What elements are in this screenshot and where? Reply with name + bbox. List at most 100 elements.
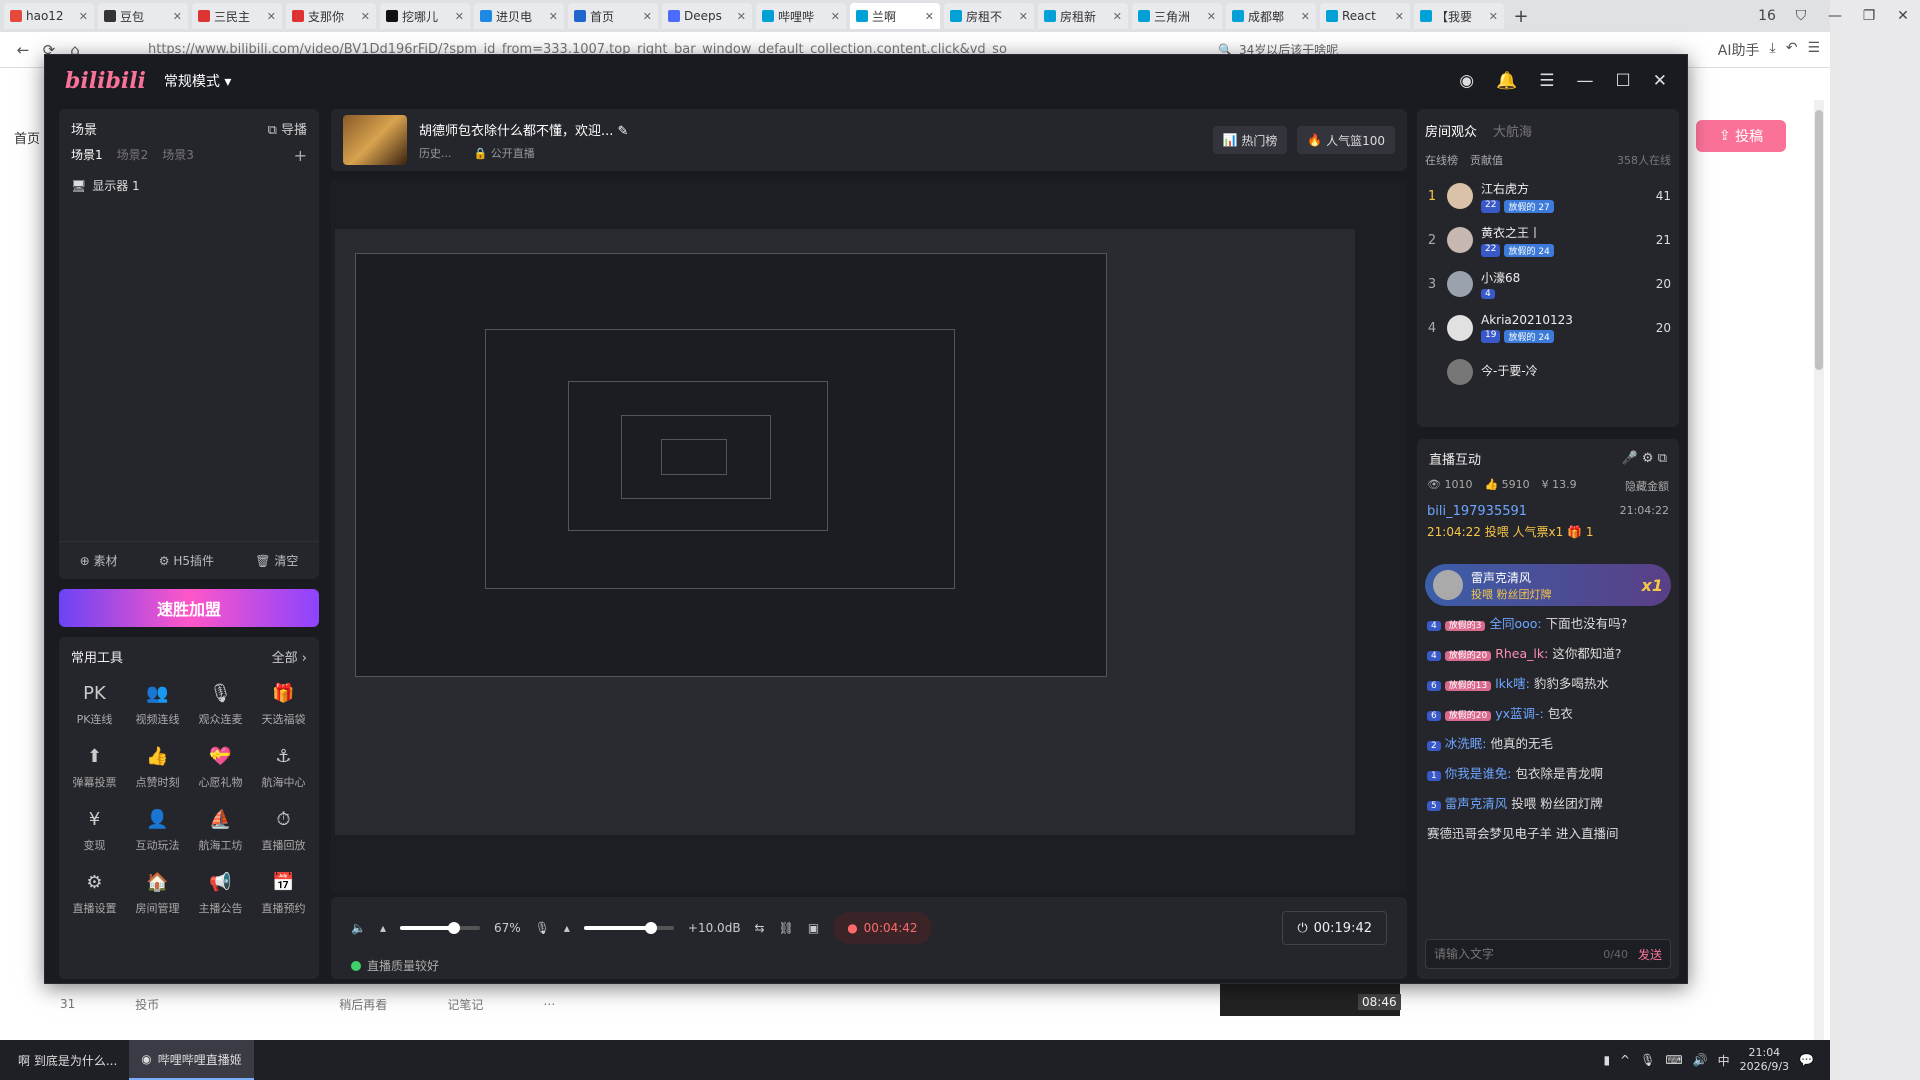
browser-tab[interactable]: 【我要 ✕	[1414, 3, 1504, 29]
interact-tools[interactable]: 🎤 ⚙ ⧉	[1622, 451, 1667, 466]
audience-filter[interactable]: 在线榜	[1425, 152, 1458, 168]
tool-button[interactable]: 🏠 房间管理	[126, 871, 189, 916]
danmaku-message[interactable]: 1 你我是谁免: 包衣除是青龙啊	[1417, 760, 1679, 790]
tool-button[interactable]: 👍 点赞时刻	[126, 745, 189, 790]
taskbar-item[interactable]: ◉ 哔哩哔哩直播姬	[129, 1040, 254, 1080]
tool-button[interactable]: 📅 直播预约	[252, 871, 315, 916]
close-tab-icon[interactable]: ✕	[455, 10, 464, 23]
danmaku-message[interactable]: 5 雷声克清风 投喂 粉丝团灯牌	[1417, 790, 1679, 820]
danmaku-text-field[interactable]	[1434, 947, 1604, 961]
add-scene-icon[interactable]: +	[294, 146, 307, 165]
link-icon[interactable]: ⛓	[779, 921, 794, 935]
menu-icon[interactable]: ☰	[1539, 71, 1554, 91]
scene-tab[interactable]: 场景3	[162, 146, 194, 165]
network-icon[interactable]: ⌨	[1665, 1053, 1682, 1067]
home-link[interactable]: 首页	[14, 128, 40, 147]
mic-slider[interactable]	[583, 922, 674, 934]
danmaku-user[interactable]: yx蓝调-:	[1495, 706, 1544, 721]
tools-all-link[interactable]: 全部 ›	[272, 647, 307, 666]
stream-preview[interactable]	[331, 181, 1407, 893]
scene-tab[interactable]: 场景2	[117, 146, 149, 165]
hide-amount-toggle[interactable]: 隐藏金额	[1625, 478, 1669, 494]
mode-select[interactable]: 常规模式 ▾	[164, 71, 231, 91]
close-tab-icon[interactable]: ✕	[737, 10, 746, 23]
tool-button[interactable]: 🎙 观众连麦	[189, 682, 252, 727]
clock[interactable]: 21:04 2026/9/3	[1740, 1046, 1789, 1074]
danmaku-message[interactable]: 2 冰洗眠: 他真的无毛	[1417, 730, 1679, 760]
audience-row[interactable]: 3 小濠68 4 20	[1417, 262, 1679, 306]
new-tab-button[interactable]: +	[1508, 6, 1534, 27]
close-tab-icon[interactable]: ✕	[361, 10, 370, 23]
tool-button[interactable]: 🎁 天选福袋	[252, 682, 315, 727]
taskbar-item[interactable]: 啊 到底是为什么...	[0, 1040, 129, 1080]
tool-button[interactable]: ⚓ 航海中心	[252, 745, 315, 790]
danmaku-user[interactable]: 冰洗眠:	[1445, 736, 1487, 751]
volume-icon[interactable]: 🔊	[1693, 1053, 1708, 1067]
audience-row[interactable]: 1 江右虎方 22 放假的 27 41	[1417, 174, 1679, 218]
tool-button[interactable]: ⛵ 航海工坊	[189, 808, 252, 853]
danmaku-input[interactable]: 0/40 发送	[1425, 939, 1671, 969]
camera-icon[interactable]: ▣	[808, 921, 819, 935]
close-tab-icon[interactable]: ✕	[1489, 10, 1498, 23]
room-title[interactable]: 胡德师包衣除什么都不懂，欢迎... ✎	[419, 120, 628, 139]
tool-button[interactable]: PK PK连线	[63, 682, 126, 727]
browser-tab[interactable]: 三角洲 ✕	[1132, 3, 1222, 29]
speaker-icon[interactable]: 🔈	[351, 921, 366, 935]
window-control[interactable]: ⛉	[1784, 8, 1818, 24]
tool-button[interactable]: ⚙ 直播设置	[63, 871, 126, 916]
close-icon[interactable]: ✕	[1653, 71, 1667, 91]
browser-tab[interactable]: 进贝电 ✕	[474, 3, 564, 29]
audience-filter[interactable]: 贡献值	[1470, 152, 1503, 168]
video-action[interactable]: 31	[60, 997, 75, 1011]
danmaku-message[interactable]: 6 放假的20 yx蓝调-: 包衣	[1417, 700, 1679, 730]
danmaku-user[interactable]: 你我是谁免:	[1445, 766, 1512, 781]
audience-row[interactable]: 今-于要-冷	[1417, 350, 1679, 394]
close-tab-icon[interactable]: ✕	[267, 10, 276, 23]
tool-button[interactable]: ⬆ 弹幕投票	[63, 745, 126, 790]
audience-row[interactable]: 2 黄衣之王丨 22 放假的 24 21	[1417, 218, 1679, 262]
minimize-icon[interactable]: —	[1577, 71, 1594, 91]
scene-action-button[interactable]: ⚙ H5插件	[159, 552, 214, 569]
download-icon[interactable]: ⤓	[1770, 40, 1776, 60]
popularity-button[interactable]: 🔥 人气篮100	[1297, 126, 1395, 154]
danmaku-message[interactable]: 4 放假的20 Rhea_lk: 这你都知道?	[1417, 640, 1679, 670]
mic-icon[interactable]: 🎙	[535, 921, 550, 935]
close-tab-icon[interactable]: ✕	[173, 10, 182, 23]
scene-action-button[interactable]: 🗑 清空	[255, 552, 298, 569]
browser-tab[interactable]: 首页 ✕	[568, 3, 658, 29]
chevron-up-icon[interactable]: ^	[1620, 1053, 1630, 1067]
close-tab-icon[interactable]: ✕	[1113, 10, 1122, 23]
close-tab-icon[interactable]: ✕	[925, 10, 934, 23]
video-action[interactable]: 稍后再看	[339, 996, 387, 1013]
browser-tab[interactable]: 三民主 ✕	[192, 3, 282, 29]
avatar[interactable]: ◉	[1459, 71, 1474, 91]
close-tab-icon[interactable]: ✕	[79, 10, 88, 23]
volume-slider[interactable]	[399, 922, 480, 934]
window-control[interactable]: ✕	[1886, 8, 1920, 24]
audience-tab[interactable]: 大航海	[1493, 121, 1532, 140]
browser-tab[interactable]: React ✕	[1320, 3, 1410, 29]
page-scrollbar[interactable]	[1814, 100, 1824, 1040]
close-tab-icon[interactable]: ✕	[1301, 10, 1310, 23]
browser-tab[interactable]: hao12 ✕	[4, 3, 94, 29]
room-cover[interactable]	[343, 115, 407, 165]
public-live-toggle[interactable]: 🔒 公开直播	[474, 145, 535, 161]
record-button[interactable]: ● 00:04:42	[833, 912, 932, 944]
live-timer[interactable]: ⏻ 00:19:42	[1282, 911, 1387, 945]
director-button[interactable]: ⧉ 导播	[268, 119, 307, 138]
menu-icon[interactable]: ☰	[1807, 40, 1820, 60]
tool-button[interactable]: ¥ 变现	[63, 808, 126, 853]
scene-tab[interactable]: 场景1	[71, 146, 103, 165]
tool-button[interactable]: ⏱ 直播回放	[252, 808, 315, 853]
window-control[interactable]: 16	[1750, 8, 1784, 24]
tool-button[interactable]: 💝 心愿礼物	[189, 745, 252, 790]
tool-button[interactable]: 👥 视频连线	[126, 682, 189, 727]
browser-tab[interactable]: 房租不 ✕	[944, 3, 1034, 29]
tool-button[interactable]: 📢 主播公告	[189, 871, 252, 916]
danmaku-message[interactable]: 4 放假的3 全同ooo: 下面也没有吗?	[1417, 610, 1679, 640]
close-tab-icon[interactable]: ✕	[643, 10, 652, 23]
source-item[interactable]: 🖥 显示器 1	[71, 177, 307, 194]
history-link[interactable]: 历史...	[419, 145, 452, 161]
browser-tab[interactable]: 挖哪儿 ✕	[380, 3, 470, 29]
scene-action-button[interactable]: ⊕ 素材	[80, 552, 118, 569]
